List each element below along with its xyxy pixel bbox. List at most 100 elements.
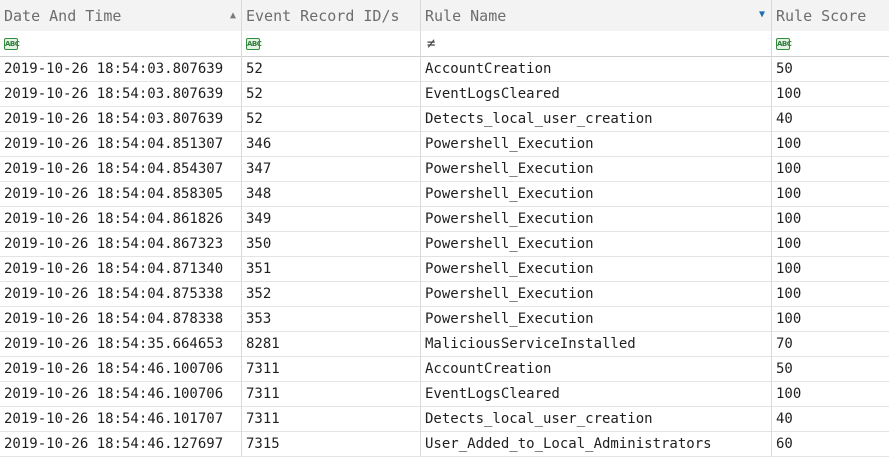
cell-rule-name[interactable]: EventLogsCleared: [421, 81, 772, 106]
column-header-event-record-id[interactable]: Event Record ID/s: [242, 0, 421, 31]
filter-active-icon[interactable]: ▼: [759, 9, 765, 20]
cell-event-record-id[interactable]: 52: [242, 81, 421, 106]
table-row[interactable]: 2019-10-26 18:54:46.100706 7311 EventLogsC…: [0, 381, 889, 407]
table-row[interactable]: 2019-10-26 18:54:04.851307 346 Powershell_…: [0, 131, 889, 157]
filter-cell-date-and-time[interactable]: ABC: [0, 31, 242, 56]
cell-rule-name[interactable]: AccountCreation: [421, 356, 772, 381]
cell-event-record-id[interactable]: 7315: [242, 431, 421, 456]
cell-rule-name[interactable]: Powershell_Execution: [421, 231, 772, 256]
table-row[interactable]: 2019-10-26 18:54:46.127697 7315 User_Added…: [0, 431, 889, 457]
cell-date-and-time[interactable]: 2019-10-26 18:54:04.878338: [0, 306, 242, 331]
cell-rule-score[interactable]: 100: [772, 256, 889, 281]
cell-event-record-id[interactable]: 352: [242, 281, 421, 306]
abc-filter-icon[interactable]: ABC: [246, 38, 262, 50]
cell-rule-name[interactable]: MaliciousServiceInstalled: [421, 331, 772, 356]
cell-rule-name[interactable]: AccountCreation: [421, 56, 772, 81]
cell-date-and-time[interactable]: 2019-10-26 18:54:46.100706: [0, 356, 242, 381]
cell-event-record-id[interactable]: 347: [242, 156, 421, 181]
cell-rule-score[interactable]: 100: [772, 131, 889, 156]
table-row[interactable]: 2019-10-26 18:54:04.878338 353 Powershell_…: [0, 306, 889, 332]
table-row[interactable]: 2019-10-26 18:54:03.807639 52 Detects_loca…: [0, 106, 889, 132]
cell-event-record-id[interactable]: 7311: [242, 381, 421, 406]
cell-rule-name[interactable]: Powershell_Execution: [421, 156, 772, 181]
cell-date-and-time[interactable]: 2019-10-26 18:54:04.858305: [0, 181, 242, 206]
cell-event-record-id[interactable]: 52: [242, 106, 421, 131]
cell-date-and-time[interactable]: 2019-10-26 18:54:04.854307: [0, 156, 242, 181]
filter-row: ABC ABC ≠ ABC: [0, 31, 889, 57]
cell-event-record-id[interactable]: 7311: [242, 356, 421, 381]
table-row[interactable]: 2019-10-26 18:54:04.867323 350 Powershell_…: [0, 231, 889, 257]
table-row[interactable]: 2019-10-26 18:54:03.807639 52 AccountCreat…: [0, 56, 889, 82]
table-row[interactable]: 2019-10-26 18:54:35.664653 8281 MaliciousS…: [0, 331, 889, 357]
not-equal-filter-icon[interactable]: ≠: [427, 36, 435, 52]
cell-rule-name[interactable]: User_Added_to_Local_Administrators: [421, 431, 772, 456]
filter-cell-rule-name[interactable]: ≠: [421, 31, 772, 56]
cell-rule-score[interactable]: 100: [772, 181, 889, 206]
cell-date-and-time[interactable]: 2019-10-26 18:54:04.871340: [0, 256, 242, 281]
cell-rule-name[interactable]: Powershell_Execution: [421, 181, 772, 206]
cell-event-record-id[interactable]: 349: [242, 206, 421, 231]
cell-date-and-time[interactable]: 2019-10-26 18:54:04.851307: [0, 131, 242, 156]
cell-rule-name[interactable]: Powershell_Execution: [421, 206, 772, 231]
cell-date-and-time[interactable]: 2019-10-26 18:54:46.100706: [0, 381, 242, 406]
cell-rule-score[interactable]: 40: [772, 106, 889, 131]
cell-rule-name[interactable]: Powershell_Execution: [421, 306, 772, 331]
cell-event-record-id[interactable]: 353: [242, 306, 421, 331]
table-row[interactable]: 2019-10-26 18:54:46.100706 7311 AccountCre…: [0, 356, 889, 382]
cell-rule-score[interactable]: 100: [772, 231, 889, 256]
column-header-label: Rule Score: [776, 6, 867, 25]
cell-rule-name[interactable]: Detects_local_user_creation: [421, 106, 772, 131]
cell-event-record-id[interactable]: 351: [242, 256, 421, 281]
cell-event-record-id[interactable]: 7311: [242, 406, 421, 431]
column-header-label: Rule Name: [425, 6, 507, 25]
cell-date-and-time[interactable]: 2019-10-26 18:54:46.101707: [0, 406, 242, 431]
cell-event-record-id[interactable]: 8281: [242, 331, 421, 356]
filter-cell-rule-score[interactable]: ABC: [772, 31, 889, 56]
cell-date-and-time[interactable]: 2019-10-26 18:54:04.875338: [0, 281, 242, 306]
table-row[interactable]: 2019-10-26 18:54:03.807639 52 EventLogsCle…: [0, 81, 889, 107]
cell-date-and-time[interactable]: 2019-10-26 18:54:03.807639: [0, 106, 242, 131]
column-header-label: Event Record ID/s: [246, 6, 400, 25]
sort-ascending-icon[interactable]: ▲: [230, 10, 236, 21]
cell-rule-score[interactable]: 60: [772, 431, 889, 456]
table-row[interactable]: 2019-10-26 18:54:04.858305 348 Powershell_…: [0, 181, 889, 207]
header-row: Date And Time ▲ Event Record ID/s Rule N…: [0, 0, 889, 32]
cell-rule-name[interactable]: Powershell_Execution: [421, 131, 772, 156]
cell-date-and-time[interactable]: 2019-10-26 18:54:03.807639: [0, 81, 242, 106]
cell-date-and-time[interactable]: 2019-10-26 18:54:04.867323: [0, 231, 242, 256]
cell-rule-name[interactable]: EventLogsCleared: [421, 381, 772, 406]
cell-date-and-time[interactable]: 2019-10-26 18:54:35.664653: [0, 331, 242, 356]
cell-rule-score[interactable]: 50: [772, 356, 889, 381]
cell-event-record-id[interactable]: 348: [242, 181, 421, 206]
column-header-rule-score[interactable]: Rule Score: [772, 0, 889, 31]
cell-rule-score[interactable]: 100: [772, 156, 889, 181]
cell-rule-name[interactable]: Detects_local_user_creation: [421, 406, 772, 431]
table-row[interactable]: 2019-10-26 18:54:04.854307 347 Powershell_…: [0, 156, 889, 182]
cell-rule-name[interactable]: Powershell_Execution: [421, 256, 772, 281]
table-row[interactable]: 2019-10-26 18:54:04.875338 352 Powershell_…: [0, 281, 889, 307]
filter-cell-event-record-id[interactable]: ABC: [242, 31, 421, 56]
table-row[interactable]: 2019-10-26 18:54:04.871340 351 Powershell_…: [0, 256, 889, 282]
cell-rule-score[interactable]: 50: [772, 56, 889, 81]
cell-rule-score[interactable]: 40: [772, 406, 889, 431]
cell-rule-score[interactable]: 70: [772, 331, 889, 356]
cell-rule-score[interactable]: 100: [772, 81, 889, 106]
cell-event-record-id[interactable]: 52: [242, 56, 421, 81]
cell-rule-name[interactable]: Powershell_Execution: [421, 281, 772, 306]
cell-rule-score[interactable]: 100: [772, 281, 889, 306]
cell-rule-score[interactable]: 100: [772, 306, 889, 331]
abc-filter-icon[interactable]: ABC: [4, 38, 20, 50]
cell-rule-score[interactable]: 100: [772, 381, 889, 406]
cell-rule-score[interactable]: 100: [772, 206, 889, 231]
abc-filter-icon[interactable]: ABC: [776, 38, 792, 50]
cell-event-record-id[interactable]: 350: [242, 231, 421, 256]
results-grid: Date And Time ▲ Event Record ID/s Rule N…: [0, 0, 889, 458]
table-row[interactable]: 2019-10-26 18:54:46.101707 7311 Detects_lo…: [0, 406, 889, 432]
cell-date-and-time[interactable]: 2019-10-26 18:54:04.861826: [0, 206, 242, 231]
column-header-date-and-time[interactable]: Date And Time ▲: [0, 0, 242, 31]
cell-date-and-time[interactable]: 2019-10-26 18:54:03.807639: [0, 56, 242, 81]
column-header-rule-name[interactable]: Rule Name ▼: [421, 0, 772, 31]
cell-date-and-time[interactable]: 2019-10-26 18:54:46.127697: [0, 431, 242, 456]
cell-event-record-id[interactable]: 346: [242, 131, 421, 156]
table-row[interactable]: 2019-10-26 18:54:04.861826 349 Powershell_…: [0, 206, 889, 232]
